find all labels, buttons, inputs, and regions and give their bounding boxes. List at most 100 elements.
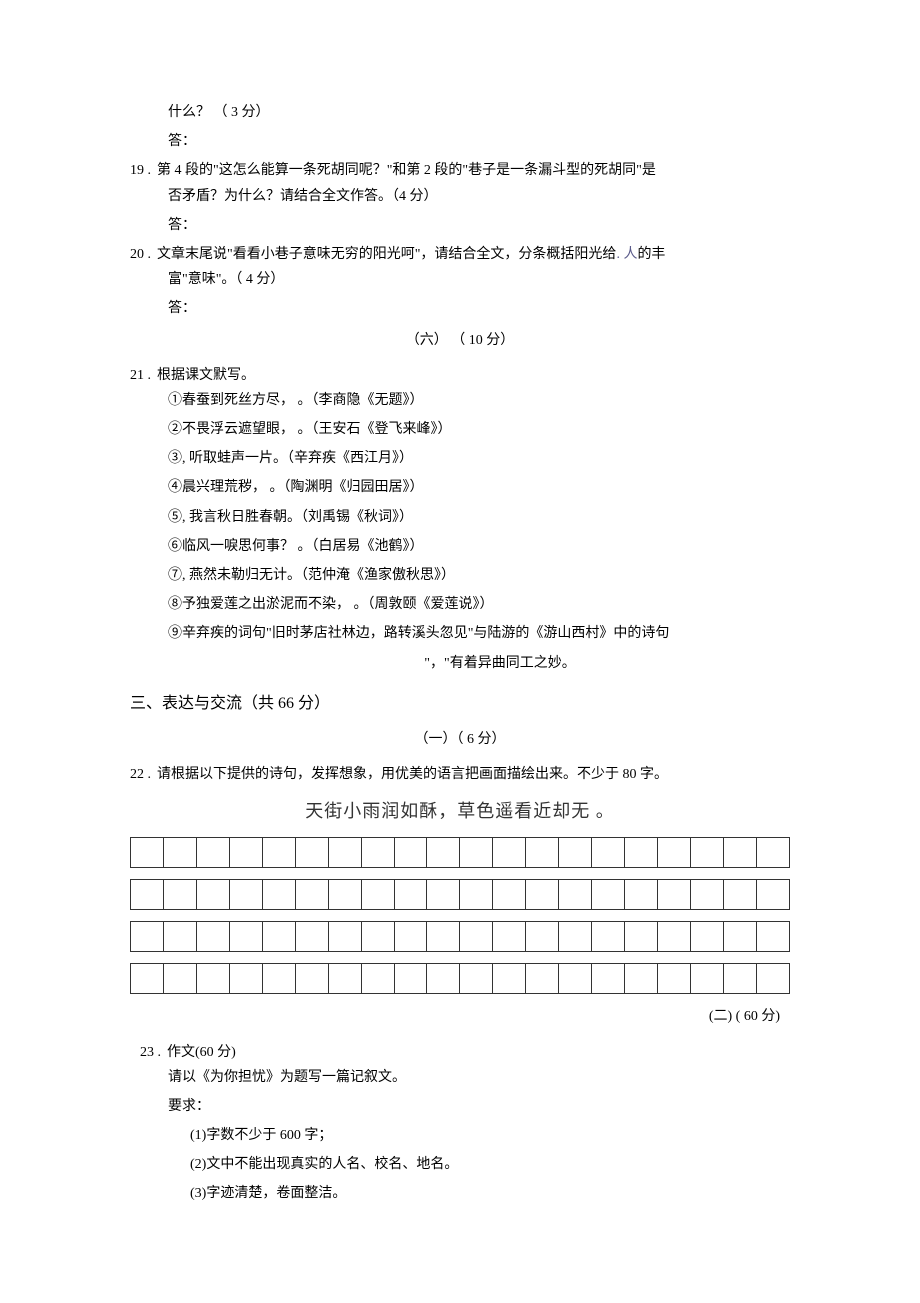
grid-cell[interactable] [229,922,262,952]
q22-text: 请根据以下提供的诗句，发挥想象，用优美的语言把画面描绘出来。不少于 80 字。 [157,762,790,787]
grid-cell[interactable] [559,880,592,910]
grid-cell[interactable] [592,880,625,910]
grid-cell[interactable] [163,964,196,994]
q20-line1c: 的丰 [637,247,665,262]
q23-req3: (3)字迹清楚，卷面整洁。 [130,1181,790,1206]
grid-cell[interactable] [394,922,427,952]
grid-cell[interactable] [625,964,658,994]
grid-row [131,922,790,952]
q18-fragment-line1: 什么？ （ 3 分） [130,100,790,125]
grid-cell[interactable] [559,922,592,952]
grid-cell[interactable] [592,838,625,868]
q21-number: 21 . [130,363,151,388]
q19-answer-label: 答： [130,213,790,238]
grid-cell[interactable] [262,880,295,910]
grid-cell[interactable] [361,964,394,994]
grid-cell[interactable] [690,880,723,910]
grid-cell[interactable] [756,922,789,952]
grid-cell[interactable] [625,838,658,868]
grid-cell[interactable] [295,964,328,994]
grid-cell[interactable] [723,838,756,868]
grid-cell[interactable] [658,880,691,910]
grid-cell[interactable] [163,922,196,952]
q18-answer-label: 答： [130,129,790,154]
grid-cell[interactable] [328,964,361,994]
grid-cell[interactable] [658,964,691,994]
grid-cell[interactable] [295,880,328,910]
grid-cell[interactable] [460,880,493,910]
grid-cell[interactable] [196,964,229,994]
q21-item-4: ④晨兴理荒秽， 。（陶渊明《归园田居》） [130,475,790,500]
grid-cell[interactable] [658,838,691,868]
grid-cell[interactable] [460,964,493,994]
grid-cell[interactable] [756,964,789,994]
grid-cell[interactable] [658,922,691,952]
grid-cell[interactable] [756,838,789,868]
grid-cell[interactable] [361,922,394,952]
grid-cell[interactable] [427,880,460,910]
question-23: 23 . 作文(60 分) [130,1040,790,1065]
grid-cell[interactable] [592,922,625,952]
grid-cell[interactable] [328,838,361,868]
grid-cell[interactable] [460,838,493,868]
grid-cell[interactable] [262,922,295,952]
grid-cell[interactable] [229,838,262,868]
grid-cell[interactable] [196,922,229,952]
grid-cell[interactable] [723,964,756,994]
grid-cell[interactable] [196,880,229,910]
grid-cell[interactable] [131,838,164,868]
grid-cell[interactable] [559,964,592,994]
grid-cell[interactable] [427,922,460,952]
grid-spacer-row [131,952,790,964]
grid-cell[interactable] [262,838,295,868]
grid-cell[interactable] [163,838,196,868]
grid-cell[interactable] [328,922,361,952]
grid-cell[interactable] [526,964,559,994]
grid-cell[interactable] [295,838,328,868]
grid-row [131,838,790,868]
q21-item-9: ⑨辛弃疾的词句"旧时茅店社林边，路转溪头忽见"与陆游的《游山西村》中的诗句 [130,621,790,646]
q20-line1: 文章末尾说"看看小巷子意味无穷的阳光呵"，请结合全文，分条概括阳光给. 人的丰 [157,242,790,267]
q23-title: 作文(60 分) [167,1040,790,1065]
grid-cell[interactable] [427,964,460,994]
grid-cell[interactable] [131,922,164,952]
grid-cell[interactable] [394,838,427,868]
grid-cell[interactable] [526,880,559,910]
question-21: 21 . 根据课文默写。 [130,363,790,388]
grid-cell[interactable] [690,838,723,868]
grid-cell[interactable] [229,964,262,994]
grid-cell[interactable] [361,838,394,868]
grid-cell[interactable] [229,880,262,910]
grid-cell[interactable] [196,838,229,868]
q19-line1: 第 4 段的"这怎么能算一条死胡同呢？"和第 2 段的"巷子是一条漏斗型的死胡同… [157,158,790,183]
grid-cell[interactable] [526,922,559,952]
grid-cell[interactable] [493,964,526,994]
grid-cell[interactable] [526,838,559,868]
grid-cell[interactable] [394,880,427,910]
grid-cell[interactable] [493,922,526,952]
grid-cell[interactable] [723,922,756,952]
grid-cell[interactable] [559,838,592,868]
grid-cell[interactable] [131,880,164,910]
writing-grid [130,837,790,994]
grid-cell[interactable] [460,922,493,952]
grid-cell[interactable] [427,838,460,868]
grid-cell[interactable] [723,880,756,910]
grid-cell[interactable] [690,922,723,952]
grid-cell[interactable] [295,922,328,952]
grid-cell[interactable] [328,880,361,910]
grid-cell[interactable] [262,964,295,994]
grid-cell[interactable] [131,964,164,994]
grid-cell[interactable] [756,880,789,910]
grid-cell[interactable] [493,838,526,868]
grid-cell[interactable] [163,880,196,910]
grid-cell[interactable] [361,880,394,910]
grid-cell[interactable] [690,964,723,994]
grid-cell[interactable] [394,964,427,994]
q21-item-8: ⑧予独爱莲之出淤泥而不染， 。（周敦颐《爱莲说》） [130,592,790,617]
grid-cell[interactable] [625,922,658,952]
q20-answer-label: 答： [130,296,790,321]
grid-cell[interactable] [592,964,625,994]
grid-cell[interactable] [625,880,658,910]
grid-cell[interactable] [493,880,526,910]
